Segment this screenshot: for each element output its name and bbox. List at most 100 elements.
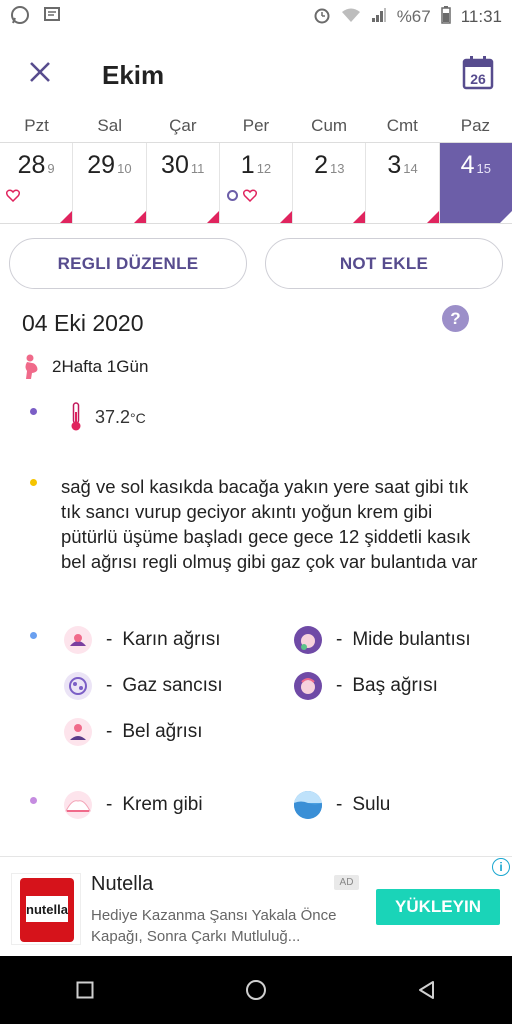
backache-icon — [64, 718, 92, 746]
cycle-day: 14 — [403, 161, 418, 176]
discharge-label: Krem gibi — [122, 794, 203, 815]
ad-description: Hediye Kazanma Şansı Yakala Önce Kapağı,… — [91, 907, 337, 945]
dash: - — [336, 629, 343, 650]
day-number: 4 — [460, 151, 475, 179]
ad-logo: nutella — [11, 873, 81, 945]
day-cell[interactable]: 28 9 — [0, 143, 74, 223]
close-button[interactable] — [26, 58, 54, 86]
period-marker — [499, 211, 512, 223]
symptom-item: - Gaz sancısı — [64, 672, 223, 700]
back-button[interactable] — [407, 970, 447, 1010]
day-cell[interactable]: 1 12 — [219, 143, 294, 223]
weekday-label: Cmt — [386, 116, 418, 135]
temperature-row: 37.2°C — [30, 402, 146, 432]
temperature-bullet — [30, 407, 37, 415]
pregnancy-row: 2Hafta 1Gün — [22, 354, 148, 380]
day-cell[interactable]: 2 13 — [293, 143, 367, 223]
nausea-icon — [294, 626, 322, 654]
period-marker — [426, 211, 439, 223]
pregnancy-week: 2Hafta 1Gün — [52, 357, 149, 376]
weekday-label: Cum — [311, 116, 348, 135]
ad-badge: AD — [334, 875, 359, 890]
symptoms-bullet — [30, 632, 37, 639]
symptom-label: Mide bulantısı — [352, 629, 471, 650]
dash: - — [106, 629, 113, 650]
symptom-label: Baş ağrısı — [352, 675, 438, 696]
temperature-value: 37.2°C — [95, 407, 146, 428]
day-cell[interactable]: 3 14 — [366, 143, 440, 223]
install-button[interactable]: YÜKLEYIN — [376, 889, 500, 925]
home-button[interactable] — [236, 970, 276, 1010]
discharge-item: - Sulu — [294, 791, 390, 819]
app-header: Ekim 26 — [0, 44, 512, 108]
weekday-label: Paz — [460, 116, 491, 135]
day-number: 30 — [161, 151, 189, 179]
temperature-unit: °C — [130, 409, 146, 426]
symptom-label: Bel ağrısı — [122, 721, 203, 742]
note-text: sağ ve sol kasıkda bacağa yakın yere saa… — [61, 476, 478, 572]
recent-apps-icon — [76, 981, 94, 999]
action-buttons: REGLI DÜZENLE NOT EKLE — [9, 238, 503, 290]
heart-icon — [6, 189, 20, 202]
dash: - — [336, 675, 343, 696]
weekday-labels: Pzt Sal Çar Per Cum Cmt Paz — [0, 116, 512, 140]
symptom-item: - Karın ağrısı — [64, 626, 221, 654]
clock: 11:31 — [460, 7, 502, 26]
day-cell[interactable]: 29 10 — [73, 143, 147, 223]
discharge-bullet — [30, 797, 37, 804]
week-strip: 28 9 29 10 30 11 1 12 2 13 3 14 4 15 — [0, 142, 512, 224]
whatsapp-icon — [10, 5, 30, 30]
home-icon — [245, 980, 266, 1000]
symptom-item: - Mide bulantısı — [294, 626, 471, 654]
message-icon — [42, 5, 62, 30]
thermometer-icon — [71, 402, 81, 431]
dash: - — [106, 794, 113, 815]
calendar-button[interactable]: 26 — [462, 56, 494, 90]
day-number: 3 — [387, 151, 402, 179]
weekday-label: Pzt — [24, 116, 49, 135]
note-bullet — [30, 479, 37, 486]
symptom-label: Gaz sancısı — [122, 675, 223, 696]
day-number: 28 — [17, 151, 46, 179]
day-number: 1 — [240, 151, 255, 179]
gas-icon — [64, 672, 92, 700]
edit-period-button[interactable]: REGLI DÜZENLE — [9, 238, 247, 289]
close-icon — [30, 62, 50, 82]
signal-icon — [371, 7, 387, 28]
cycle-day: 10 — [117, 161, 132, 176]
calendar-day-number: 26 — [470, 71, 486, 87]
day-cell[interactable]: 30 11 — [146, 143, 220, 223]
alarm-icon — [313, 6, 331, 29]
dash: - — [106, 675, 113, 696]
selected-date: 04 Eki 2020 — [22, 310, 144, 336]
cycle-day: 15 — [476, 161, 492, 176]
status-bar: %67 11:31 — [0, 0, 512, 34]
back-icon — [418, 981, 434, 999]
ad-logo-text: nutella — [26, 902, 69, 917]
ad-info-icon[interactable]: i — [492, 858, 510, 876]
cycle-day: 11 — [190, 161, 205, 176]
add-note-button[interactable]: NOT EKLE — [265, 238, 503, 289]
headache-icon — [294, 672, 322, 700]
help-button[interactable]: ? — [442, 305, 469, 332]
period-marker — [353, 211, 366, 223]
month-title: Ekim — [102, 60, 165, 90]
period-marker — [280, 211, 293, 223]
period-marker — [206, 211, 219, 223]
day-cell-selected[interactable]: 4 15 — [439, 143, 512, 223]
battery-level: %67 — [396, 7, 431, 26]
cycle-day: 9 — [47, 161, 55, 176]
heart-icon — [242, 189, 257, 202]
discharge-item: - Krem gibi — [64, 791, 203, 819]
weekday-label: Çar — [169, 116, 197, 135]
period-marker — [60, 211, 73, 223]
wifi-icon — [341, 7, 361, 28]
pregnancy-icon — [25, 354, 38, 379]
day-number: 2 — [314, 151, 328, 179]
battery-icon — [440, 5, 451, 29]
symptom-label: Karın ağrısı — [122, 629, 221, 650]
recent-apps-button[interactable] — [65, 970, 105, 1010]
weekday-label: Sal — [97, 116, 122, 135]
dash: - — [336, 794, 343, 815]
symptom-item: - Baş ağrısı — [294, 672, 438, 700]
